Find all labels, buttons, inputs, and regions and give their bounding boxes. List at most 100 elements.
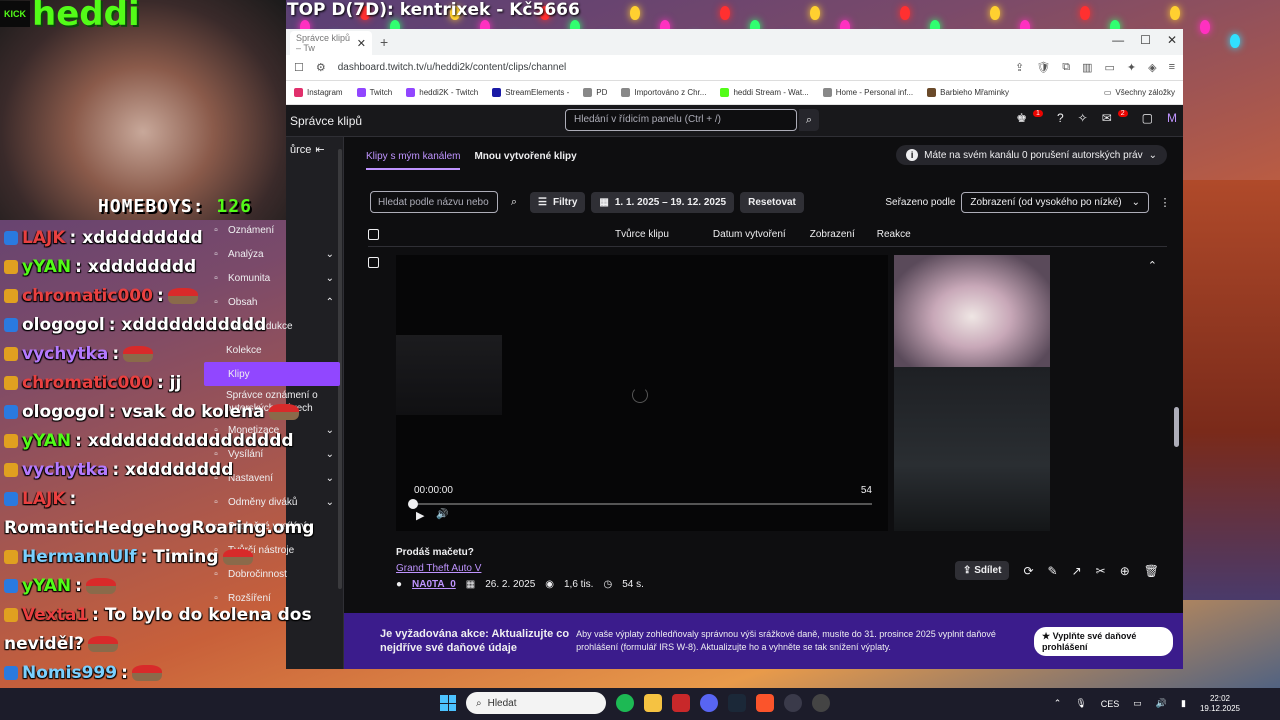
sync-icon[interactable]: ⟳ (1023, 564, 1033, 578)
column-header[interactable]: Datum vytvoření (713, 229, 786, 240)
explorer-icon[interactable] (644, 694, 662, 712)
fill-tax-form-button[interactable]: ★ Vyplňte své daňové prohlášení (1034, 626, 1173, 656)
column-header[interactable]: Reakce (877, 229, 911, 240)
clip-thumbnail[interactable] (894, 255, 1050, 367)
volume-icon[interactable]: 🔊 (436, 509, 448, 520)
avatar[interactable]: M (1167, 111, 1177, 125)
chevron-up-icon[interactable]: ⌃ (1148, 259, 1157, 272)
app-icon[interactable] (812, 694, 830, 712)
column-header[interactable]: Tvůrce klipu (615, 229, 669, 240)
battery-icon[interactable]: ▮ (1181, 698, 1186, 709)
chat-badge-icon (4, 434, 18, 448)
edit-icon[interactable]: ✎ (1048, 564, 1058, 578)
column-header[interactable]: Zobrazení (810, 229, 855, 240)
select-all-checkbox[interactable] (368, 229, 379, 240)
more-options-icon[interactable]: ⋮ (1155, 191, 1175, 213)
search-icon[interactable]: ⌕ (504, 191, 524, 213)
help-icon[interactable]: ? (1057, 111, 1064, 125)
clip-thumbnail[interactable] (894, 367, 1050, 531)
extensions-icon[interactable]: ⧉ (1062, 61, 1070, 74)
search-icon[interactable]: ⌕ (799, 109, 819, 131)
inbox-icon[interactable]: ✉ (1102, 111, 1112, 125)
site-info-icon[interactable]: ⚙ (316, 61, 326, 74)
windows-start-icon[interactable] (440, 695, 456, 711)
volume-icon[interactable]: 🔊 (1156, 698, 1167, 709)
wallet-icon[interactable]: ▭ (1104, 61, 1114, 74)
bookmark-item[interactable]: Home - Personal inf... (822, 88, 913, 97)
sidebar-item-obsah[interactable]: ▫ Obsah ⌃ (202, 290, 340, 314)
discord-icon[interactable] (700, 694, 718, 712)
sparkle-icon[interactable]: ✧ (1078, 111, 1088, 125)
chat-badge-icon (4, 492, 18, 506)
delete-icon[interactable]: 🗑 (1144, 564, 1159, 578)
sort-select[interactable]: Zobrazení (od vysokého po nízké) ⌄ (961, 191, 1149, 213)
sidebar-item-komunita[interactable]: ▫ Komunita ⌄ (202, 266, 340, 290)
all-bookmarks[interactable]: ▭ Všechny záložky (1104, 88, 1175, 97)
sidebar-item-klipy[interactable]: Klipy (204, 362, 340, 386)
scissors-icon[interactable]: ✂ (1096, 564, 1106, 578)
bookmark-item[interactable]: StreamElements - (492, 88, 569, 97)
folder-icon: ▭ (1103, 88, 1112, 97)
app-icon[interactable] (672, 694, 690, 712)
new-tab-icon[interactable]: + (380, 34, 388, 50)
bookmark-item[interactable]: Twitch (356, 88, 392, 97)
network-icon[interactable]: ▭ (1133, 698, 1142, 709)
bookmark-item[interactable]: Barbieho Mřaminky (927, 88, 1009, 97)
close-icon[interactable]: ✕ (357, 37, 366, 50)
crown-icon[interactable]: ♚ (1016, 111, 1027, 125)
sidebar-icon[interactable]: ▥ (1082, 61, 1092, 74)
date-range-button[interactable]: ▦ 1. 1. 2025 – 19. 12. 2025 (591, 191, 735, 213)
url-field[interactable]: dashboard.twitch.tv/u/heddi2k/content/cl… (338, 62, 1015, 73)
obs-icon[interactable] (784, 694, 802, 712)
brave-icon[interactable] (756, 694, 774, 712)
menu-icon[interactable]: ≡ (1169, 61, 1175, 74)
dashboard-search-input[interactable]: Hledání v řídicím panelu (Ctrl + /) (565, 109, 797, 131)
sidebar-item-odměny-diváků[interactable]: ▫ Odměny diváků ⌄ (202, 490, 340, 514)
seek-bar[interactable] (412, 503, 872, 505)
spotify-icon[interactable] (616, 694, 634, 712)
bookmark-icon[interactable]: ☐ (294, 61, 304, 74)
main-scrollbar[interactable] (1174, 407, 1179, 447)
ai-icon[interactable]: ✦ (1127, 61, 1136, 74)
share-icon[interactable]: ⇪ (1015, 61, 1024, 74)
reset-button[interactable]: Resetovat (740, 191, 804, 213)
bookmark-item[interactable]: Instagram (294, 88, 343, 97)
bookmark-item[interactable]: heddi2K - Twitch (406, 88, 478, 97)
clip-creator-link[interactable]: NA0TA_0 (412, 579, 456, 590)
add-icon[interactable]: ⊕ (1120, 564, 1130, 578)
sidebar-item-oznámení[interactable]: ▫ Oznámení (202, 218, 340, 242)
close-window-icon[interactable]: ✕ (1167, 33, 1177, 47)
tab-clip-manager[interactable]: Správce klipů – Tw ✕ (290, 31, 372, 55)
chat-message: neviděl? (4, 634, 118, 654)
taskbar-search[interactable]: ⌕ Hledat (466, 692, 606, 714)
collapse-sidebar-icon[interactable]: ⇤ (315, 143, 324, 156)
chat-text: RomanticHedgehogRoaring.omg (4, 518, 315, 538)
bookmark-item[interactable]: Importováno z Chr... (621, 88, 706, 97)
tab-my-created-clips[interactable]: Mnou vytvořené klipy (474, 151, 576, 170)
chevron-up-icon[interactable]: ⌃ (1054, 698, 1062, 709)
bookmark-item[interactable]: PD (583, 88, 607, 97)
minimize-icon[interactable]: — (1112, 33, 1124, 47)
filters-button[interactable]: ☰ Filtry (530, 191, 586, 213)
clock[interactable]: 22:02 19.12.2025 (1200, 694, 1240, 713)
language-indicator[interactable]: CES (1101, 699, 1120, 709)
tab-my-channel-clips[interactable]: Klipy s mým kanálem (366, 151, 461, 170)
chat-icon[interactable]: ▢ (1142, 111, 1153, 125)
video-player[interactable]: 00:00:00 54 ▶ 🔊 (396, 255, 888, 531)
share-button[interactable]: ⇪ Sdílet (955, 561, 1010, 580)
copyright-status[interactable]: i Máte na svém kanálu 0 porušení autorsk… (896, 145, 1167, 165)
seek-handle[interactable] (408, 499, 418, 509)
mic-icon[interactable]: 🎙 (1075, 698, 1086, 709)
steam-icon[interactable] (728, 694, 746, 712)
brave-shield-icon[interactable]: 🛡 (1036, 61, 1050, 74)
sidebar-item-kolekce[interactable]: Kolekce (202, 338, 340, 362)
row-checkbox[interactable] (368, 257, 379, 268)
vpn-icon[interactable]: ◈ (1148, 61, 1156, 74)
open-external-icon[interactable]: ↗ (1072, 564, 1082, 578)
clip-game-link[interactable]: Grand Theft Auto V (396, 563, 481, 574)
maximize-icon[interactable]: ☐ (1140, 33, 1151, 47)
sidebar-item-analýza[interactable]: ▫ Analýza ⌄ (202, 242, 340, 266)
play-icon[interactable]: ▶ (416, 509, 424, 522)
clip-search-input[interactable]: Hledat podle názvu nebo (370, 191, 498, 213)
bookmark-item[interactable]: heddi Stream - Wat... (720, 88, 809, 97)
